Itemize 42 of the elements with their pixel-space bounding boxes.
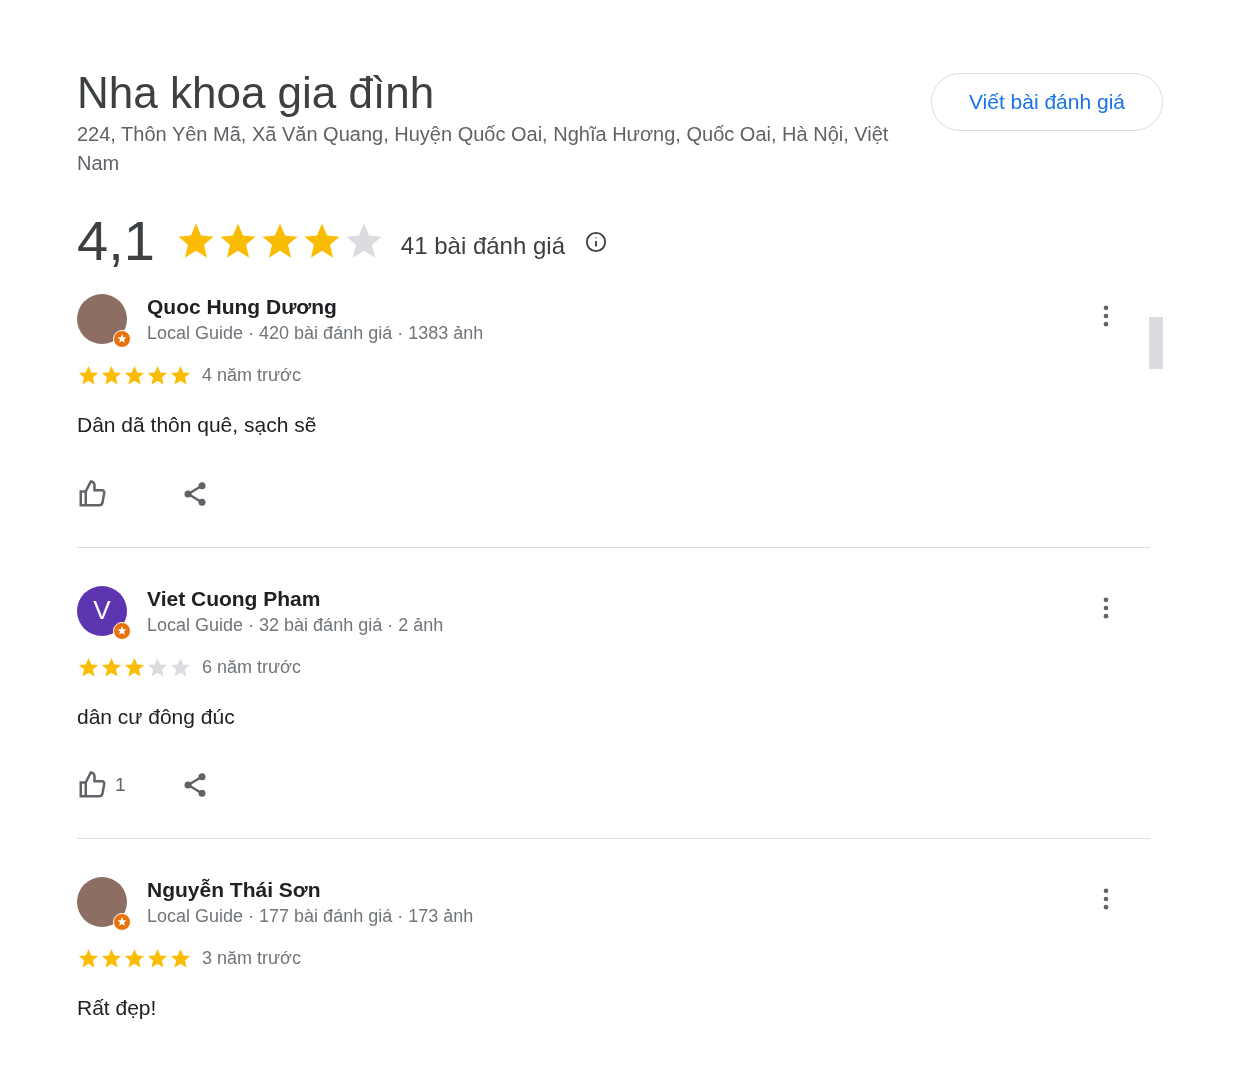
star-icon	[77, 655, 100, 679]
star-icon	[169, 364, 192, 387]
review-text: dân cư đông đúc	[77, 703, 236, 730]
review-time: 3 năm trước	[202, 947, 301, 970]
reviewer-name[interactable]: Quoc Hung Dương	[147, 294, 1092, 320]
star-icon	[169, 655, 192, 679]
reviewer-info: Local Guide · 32 bài đánh giá · 2 ảnh	[147, 613, 445, 637]
review-text: Rất đẹp!	[77, 995, 158, 1021]
star-icon	[123, 364, 146, 387]
review-time: 6 năm trước	[202, 655, 301, 679]
badge-icon	[113, 330, 131, 348]
avatar-photo	[77, 294, 127, 344]
review-text: Dân dã thôn quê, sạch sẽ	[77, 412, 318, 438]
star-icon	[146, 655, 169, 679]
rating-score: 4,1	[77, 208, 155, 274]
like-button[interactable]: 1	[77, 770, 181, 800]
scrollbar-thumb[interactable]	[1149, 317, 1163, 369]
star-icon	[169, 947, 192, 970]
star-icon	[146, 947, 169, 970]
thumbs-up-icon	[77, 770, 107, 800]
badge-icon	[113, 913, 131, 931]
star-icon	[123, 947, 146, 970]
badge-icon	[113, 621, 131, 640]
place-title: Nha khoa gia đình	[77, 67, 436, 119]
reviewer-name[interactable]: Nguyễn Thái Sơn	[147, 877, 1092, 903]
star-icon	[100, 655, 123, 679]
info-icon[interactable]	[585, 231, 607, 253]
star-icon	[123, 655, 146, 679]
star-icon	[146, 364, 169, 387]
avatar-letter: V	[77, 585, 127, 636]
star-icon	[100, 947, 123, 970]
reviewer-info: Local Guide · 420 bài đánh giá · 1383 ảnh	[147, 322, 485, 345]
avatar-photo	[77, 877, 127, 927]
star-icon	[77, 364, 100, 387]
star-icon	[100, 364, 123, 387]
review-count: 41 bài đánh giá	[400, 231, 565, 261]
reviewer-info: Local Guide · 177 bài đánh giá · 173 ảnh	[147, 905, 475, 928]
place-address: 224, Thôn Yên Mã, Xã Văn Quang, Huyện Quốc Oai, Nghĩa Hương, Quốc Oai, Hà Nội, Việt Nam	[77, 122, 890, 176]
thumbs-up-icon	[77, 478, 107, 509]
review-time: 4 năm trước	[202, 364, 301, 387]
star-icon	[77, 947, 100, 970]
reviewer-name[interactable]: Viet Cuong Pham	[147, 585, 1092, 612]
